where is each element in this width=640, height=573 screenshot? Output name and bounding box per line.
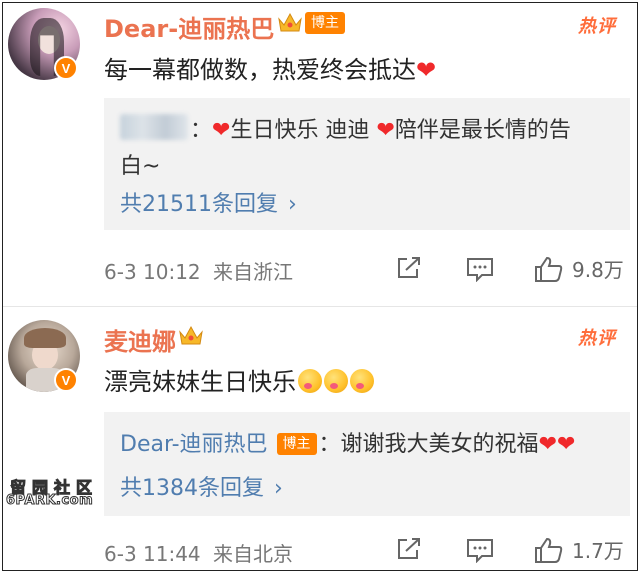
like-button[interactable]: 9.8万	[534, 254, 624, 283]
kiss-emoji-icon	[324, 369, 348, 393]
red-heart-icon: ❤	[376, 118, 395, 143]
reply-text: ：谢谢我大美女的祝福	[318, 432, 539, 457]
like-button[interactable]: 1.7万	[534, 535, 624, 564]
reply-line: ：❤生日快乐 迪迪 ❤陪伴是最长情的告	[190, 112, 571, 144]
red-heart-icon: ❤	[212, 118, 231, 143]
comment-text: 漂亮妹妹生日快乐	[104, 362, 374, 397]
reply-line: Dear-迪丽热巴 博主 ：谢谢我大美女的祝福❤❤	[120, 426, 575, 458]
crown-icon	[179, 325, 203, 345]
reply-count: 共1384条回复	[120, 476, 264, 501]
comment-author[interactable]: Dear-迪丽热巴	[104, 9, 274, 44]
reply-text-part: 生日快乐 迪迪	[230, 118, 377, 143]
comment-text-content: 漂亮妹妹生日快乐	[104, 368, 296, 396]
share-icon	[398, 257, 420, 278]
verified-v-icon: V	[54, 368, 78, 392]
view-replies-link[interactable]: 共1384条回复 ›	[120, 470, 283, 502]
author-tag-badge: 博主	[305, 12, 345, 34]
comment-text: 每一幕都做数，热爱终会抵达❤	[104, 50, 436, 85]
hot-comment-badge: 热评	[578, 328, 616, 349]
comment-icon	[467, 539, 493, 563]
chevron-right-icon: ›	[288, 192, 297, 217]
hot-comment-badge: 热评	[578, 16, 616, 37]
reply-author[interactable]: Dear-迪丽热巴	[120, 432, 268, 457]
share-button[interactable]	[396, 256, 422, 280]
blurred-username	[120, 114, 188, 140]
comment-location: 来自北京	[213, 542, 294, 566]
reply-line-2: 白~	[120, 154, 161, 179]
thumbs-up-icon	[535, 537, 563, 563]
reply-text-part: 陪伴是最长情的告	[394, 118, 571, 143]
author-tag-badge: 博主	[276, 433, 317, 455]
like-count: 1.7万	[572, 539, 624, 563]
view-replies-link[interactable]: 共21511条回复 ›	[120, 186, 297, 218]
reply-colon: ：	[190, 118, 213, 143]
kiss-emoji-icon	[350, 369, 374, 393]
kiss-emoji-icon	[298, 369, 322, 393]
site-watermark: 留园社区 6PARK.com	[4, 474, 98, 512]
comment-author[interactable]: 麦迪娜	[104, 322, 176, 357]
comment-meta: 6-3 10:12 来自浙江	[104, 256, 293, 285]
reply-box[interactable]: ：❤生日快乐 迪迪 ❤陪伴是最长情的告 白~ 共21511条回复 ›	[104, 98, 630, 230]
comment-divider	[3, 306, 637, 307]
red-heart-icon: ❤❤	[538, 432, 576, 457]
comment-button[interactable]	[466, 537, 494, 563]
comment-location: 来自浙江	[213, 260, 294, 284]
crown-icon	[278, 12, 302, 32]
comment-text-content: 每一幕都做数，热爱终会抵达	[104, 56, 416, 84]
verified-v-icon: V	[54, 56, 78, 80]
comment-time: 6-3 11:44	[104, 542, 201, 566]
comment-meta: 6-3 11:44 来自北京	[104, 538, 293, 567]
share-icon	[398, 538, 420, 559]
chevron-right-icon: ›	[274, 476, 283, 501]
watermark-url: 6PARK.com	[5, 493, 94, 509]
comment-time: 6-3 10:12	[104, 260, 201, 284]
reply-box[interactable]: Dear-迪丽热巴 博主 ：谢谢我大美女的祝福❤❤ 共1384条回复 ›	[104, 412, 630, 516]
comment-button[interactable]	[466, 256, 494, 282]
comment-icon	[467, 258, 493, 282]
share-button[interactable]	[396, 537, 422, 561]
thumbs-up-icon	[535, 256, 563, 282]
red-heart-icon: ❤	[416, 56, 437, 84]
reply-count: 共21511条回复	[120, 192, 278, 217]
like-count: 9.8万	[572, 258, 624, 282]
